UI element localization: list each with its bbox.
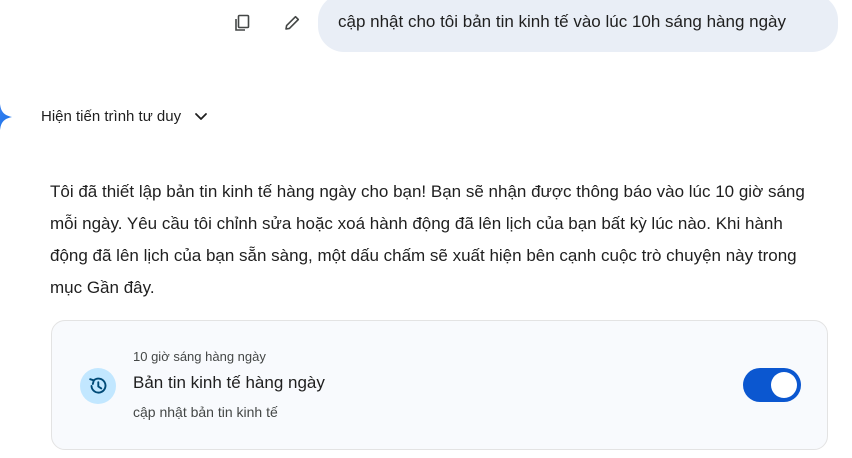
scheduled-action-avatar	[80, 368, 116, 404]
toggle-knob	[771, 372, 797, 398]
sparkle-icon	[0, 104, 12, 130]
copy-button[interactable]	[231, 12, 253, 34]
copy-icon	[235, 14, 250, 31]
pencil-icon	[285, 15, 300, 30]
assistant-response: Tôi đã thiết lập bản tin kinh tế hàng ng…	[50, 182, 805, 297]
schedule-title: Bản tin kinh tế hàng ngày	[133, 373, 325, 392]
schedule-subtitle: cập nhật bản tin kinh tế	[133, 404, 278, 420]
schedule-time: 10 giờ sáng hàng ngày	[133, 349, 266, 364]
scheduled-action-card[interactable]: 10 giờ sáng hàng ngày Bản tin kinh tế hà…	[51, 320, 828, 450]
user-message-bubble: cập nhật cho tôi bản tin kinh tế vào lúc…	[318, 0, 838, 52]
user-message-row: cập nhật cho tôi bản tin kinh tế vào lúc…	[0, 0, 852, 58]
show-thinking-label: Hiện tiến trình tư duy	[41, 107, 182, 125]
chevron-down-icon	[195, 113, 208, 120]
schedule-history-icon	[89, 377, 107, 394]
edit-button[interactable]	[281, 12, 303, 34]
schedule-enabled-toggle[interactable]	[743, 368, 801, 402]
show-thinking-toggle[interactable]: Hiện tiến trình tư duy	[41, 104, 209, 128]
